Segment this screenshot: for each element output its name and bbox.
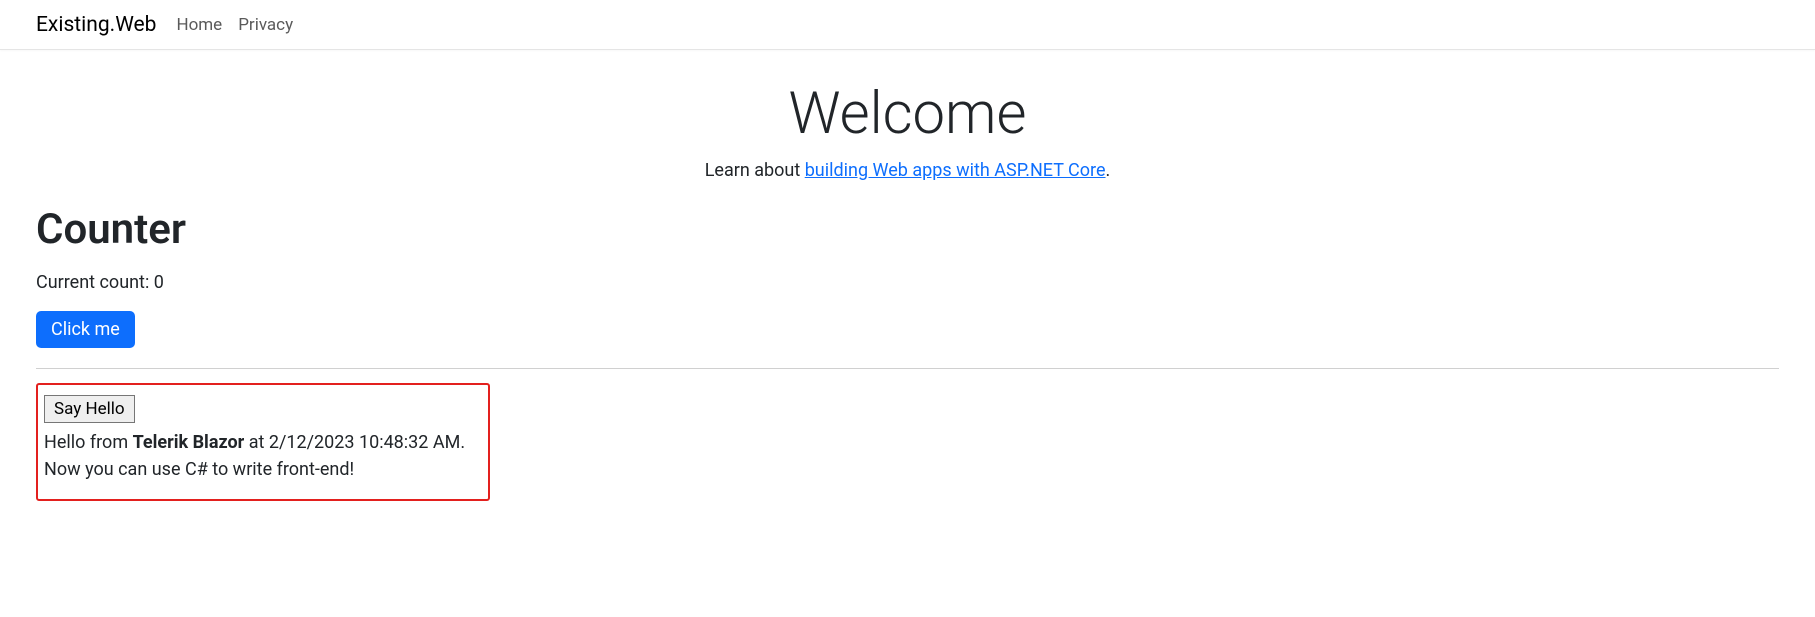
counter-current-text: Current count: 0	[36, 272, 1779, 293]
welcome-title: Welcome	[36, 80, 1779, 148]
welcome-subtitle: Learn about building Web apps with ASP.N…	[36, 160, 1779, 181]
hello-greeting-strong: Telerik Blazor	[133, 432, 245, 453]
counter-heading: Counter	[36, 205, 1779, 254]
hello-box: Say Hello Hello from Telerik Blazor at 2…	[36, 383, 490, 501]
nav-link-home[interactable]: Home	[176, 11, 222, 39]
divider	[36, 368, 1779, 369]
welcome-subtitle-prefix: Learn about	[705, 160, 805, 181]
nav-link-privacy[interactable]: Privacy	[238, 11, 293, 39]
hello-greeting-line: Hello from Telerik Blazor at 2/12/2023 1…	[44, 429, 482, 456]
hello-greeting-middle: at	[244, 432, 269, 453]
hello-greeting-suffix: .	[460, 432, 465, 453]
main-container: Welcome Learn about building Web apps wi…	[0, 50, 1815, 501]
welcome-section: Welcome Learn about building Web apps wi…	[36, 50, 1779, 181]
counter-current-value: 0	[154, 272, 164, 293]
welcome-subtitle-link[interactable]: building Web apps with ASP.NET Core	[805, 160, 1106, 181]
click-me-button[interactable]: Click me	[36, 311, 135, 348]
navbar: Existing.Web Home Privacy	[0, 0, 1815, 50]
hello-greeting-prefix: Hello from	[44, 432, 133, 453]
counter-current-label: Current count:	[36, 272, 154, 293]
hello-greeting-timestamp: 2/12/2023 10:48:32 AM	[269, 432, 460, 453]
say-hello-button[interactable]: Say Hello	[44, 395, 135, 423]
welcome-subtitle-suffix: .	[1106, 160, 1111, 181]
navbar-brand[interactable]: Existing.Web	[36, 9, 156, 41]
hello-line2: Now you can use C# to write front-end!	[44, 456, 482, 483]
counter-section: Counter Current count: 0 Click me	[36, 205, 1779, 348]
